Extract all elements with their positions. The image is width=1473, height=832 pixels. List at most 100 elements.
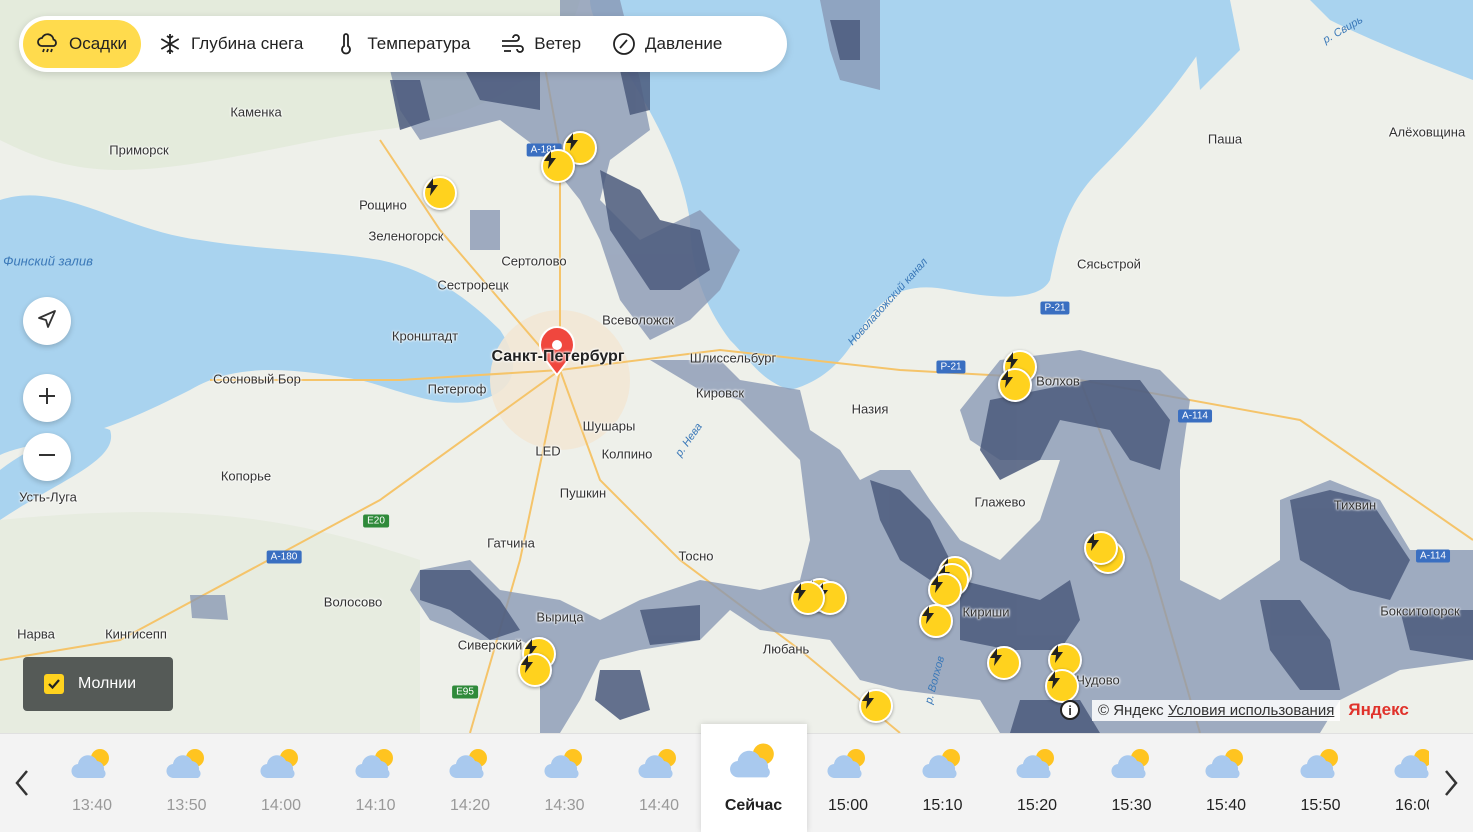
- place-label: Шушары: [582, 418, 636, 434]
- tab-snow-depth[interactable]: Глубина снега: [145, 20, 317, 68]
- place-label: Сертолово: [501, 253, 567, 269]
- place-label: Кировск: [695, 385, 745, 401]
- place-label: Сестрорецк: [437, 277, 509, 293]
- timeline-slot-current[interactable]: Сейчас: [700, 724, 807, 832]
- place-label: Сясьстрой: [1077, 256, 1141, 272]
- lightning-marker[interactable]: [859, 689, 893, 723]
- partly-cloudy-icon: [165, 749, 204, 779]
- terms-link[interactable]: Условия использования: [1168, 702, 1335, 719]
- lightning-icon: [990, 648, 1002, 666]
- timeline-time: 13:40: [71, 797, 113, 814]
- precipitation-map[interactable]: Каменка Приморск Рощино Зеленогорск Серт…: [0, 0, 1473, 733]
- lightning-marker[interactable]: [541, 149, 575, 183]
- place-label: Кириши: [962, 604, 1010, 620]
- timeline-slot[interactable]: 15:50: [1274, 734, 1368, 832]
- place-label: Любань: [762, 641, 810, 657]
- lightning-icon: [922, 606, 934, 624]
- timeline-prev-button[interactable]: [0, 734, 44, 832]
- timeline-slot[interactable]: 14:00: [234, 734, 328, 832]
- tab-pressure[interactable]: Давление: [599, 20, 736, 68]
- pressure-gauge-icon: [611, 31, 637, 57]
- attribution: i © Яндекс Условия использования Яндекс: [1060, 697, 1409, 723]
- tab-label: Осадки: [69, 34, 128, 53]
- wind-icon: [500, 31, 526, 57]
- lightning-icon: [1048, 671, 1060, 689]
- place-label: Кронштадт: [391, 328, 459, 344]
- place-label: Назия: [851, 401, 889, 417]
- airport-label: LED: [535, 443, 561, 459]
- zoom-in-button[interactable]: [23, 374, 71, 422]
- lightning-toggle[interactable]: Молнии: [23, 657, 173, 711]
- timeline-slot[interactable]: 15:20: [990, 734, 1084, 832]
- place-label: Приморск: [109, 142, 169, 158]
- timeline-slot[interactable]: 15:10: [896, 734, 990, 832]
- road-badge: А-114: [1178, 409, 1212, 423]
- lightning-icon: [931, 575, 943, 593]
- timeline-slot[interactable]: 14:40: [612, 734, 706, 832]
- layer-tabs: Осадки Глубина снега Температура Ветер Д…: [19, 16, 787, 72]
- lightning-icon: [544, 151, 556, 169]
- tab-label: Температура: [367, 34, 471, 53]
- timeline-slot[interactable]: 13:40: [45, 734, 139, 832]
- road-badge: А-180: [266, 550, 302, 564]
- tab-precipitation[interactable]: Осадки: [23, 20, 142, 68]
- navigation-arrow-icon: [36, 308, 58, 335]
- timeline-time: 15:00: [827, 797, 869, 814]
- timeline-time: 14:40: [638, 797, 680, 814]
- lightning-marker[interactable]: [1084, 531, 1118, 565]
- partly-cloudy-icon: [729, 743, 774, 778]
- timeline-time: 15:10: [922, 797, 963, 814]
- tab-label: Давление: [645, 34, 723, 53]
- partly-cloudy-icon: [449, 749, 487, 779]
- info-icon[interactable]: i: [1060, 700, 1080, 720]
- place-label: Всеволожск: [602, 312, 674, 328]
- timeline: 13:40 13:50 14:00 14:10 14:20 14:30 14:40 Сейча…: [0, 724, 1473, 832]
- timeline-next-button[interactable]: [1429, 734, 1473, 832]
- water-label: Финский залив: [3, 253, 93, 269]
- lightning-toggle-label: Молнии: [78, 675, 137, 692]
- road-badge: E95: [452, 685, 478, 699]
- place-label: Шлиссельбург: [689, 350, 777, 366]
- place-label: Сиверский: [457, 637, 523, 653]
- lightning-marker[interactable]: [928, 573, 962, 607]
- place-label: Бокситогорск: [1380, 603, 1460, 619]
- timeline-slot[interactable]: 15:30: [1085, 734, 1179, 832]
- place-label: Сосновый Бор: [213, 371, 301, 387]
- lightning-icon: [862, 691, 874, 709]
- place-label: Пушкин: [559, 485, 607, 501]
- lightning-marker[interactable]: [919, 604, 953, 638]
- yandex-logo[interactable]: Яндекс: [1348, 700, 1408, 720]
- timeline-slot[interactable]: 14:20: [423, 734, 517, 832]
- tab-wind[interactable]: Ветер: [488, 20, 595, 68]
- partly-cloudy-icon: [71, 749, 109, 779]
- place-label: Колпино: [601, 446, 653, 462]
- timeline-slot[interactable]: 14:30: [518, 734, 612, 832]
- lightning-icon: [1087, 533, 1099, 551]
- checkbox[interactable]: [44, 674, 64, 694]
- lightning-marker[interactable]: [791, 581, 825, 615]
- partly-cloudy-icon: [543, 749, 582, 779]
- timeline-slot[interactable]: 14:10: [329, 734, 423, 832]
- place-label: Петергоф: [427, 381, 487, 397]
- road-badge: Р-21: [1040, 301, 1070, 315]
- place-label: Гатчина: [487, 535, 535, 551]
- copyright-text: © Яндекс: [1098, 701, 1164, 719]
- tab-temperature[interactable]: Температура: [321, 20, 484, 68]
- locate-button[interactable]: [23, 297, 71, 345]
- lightning-marker[interactable]: [518, 653, 552, 687]
- zoom-out-button[interactable]: [23, 433, 71, 481]
- lightning-marker[interactable]: [998, 368, 1032, 402]
- chevron-right-icon: [1445, 770, 1458, 796]
- timeline-slot[interactable]: 13:50: [140, 734, 234, 832]
- timeline-slot[interactable]: 15:40: [1179, 734, 1273, 832]
- place-label: Чудово: [1076, 672, 1120, 688]
- lightning-marker[interactable]: [423, 176, 457, 210]
- chevron-left-icon: [15, 770, 28, 796]
- tab-label: Глубина снега: [191, 34, 304, 53]
- timeline-slot[interactable]: 15:00: [801, 734, 895, 832]
- timeline-time: 14:00: [260, 797, 302, 814]
- timeline-time: 15:20: [1016, 797, 1058, 814]
- timeline-time: Сейчас: [724, 797, 783, 814]
- lightning-marker[interactable]: [987, 646, 1021, 680]
- lightning-icon: [794, 583, 806, 601]
